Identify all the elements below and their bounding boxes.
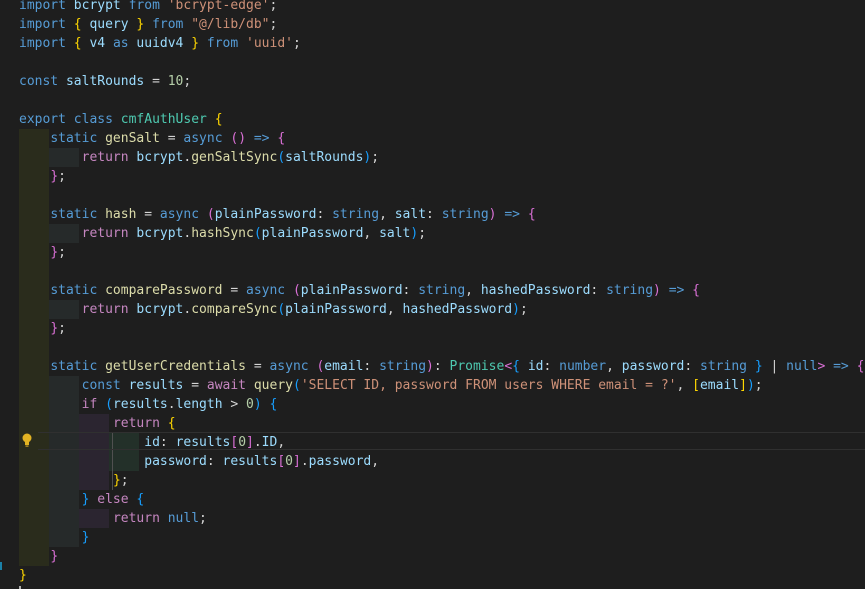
- code-line[interactable]: const saltRounds = 10;: [19, 72, 191, 91]
- code-line[interactable]: }: [19, 528, 90, 547]
- code-line[interactable]: static hash = async (plainPassword: stri…: [19, 205, 535, 224]
- code-line[interactable]: static comparePassword = async (plainPas…: [19, 281, 700, 300]
- code-editor[interactable]: import bcrypt from 'bcrypt-edge'; import …: [0, 0, 865, 589]
- code-line[interactable]: }: [19, 547, 58, 566]
- code-line[interactable]: id: results[0].ID,: [19, 433, 285, 452]
- code-line[interactable]: import { v4 as uuidv4 } from 'uuid';: [19, 34, 301, 53]
- code-line[interactable]: return {: [19, 414, 176, 433]
- modified-line-indicator: [0, 562, 2, 570]
- code-line[interactable]: password: results[0].password,: [19, 452, 379, 471]
- code-line[interactable]: import bcrypt from 'bcrypt-edge';: [19, 0, 277, 15]
- code-line[interactable]: return bcrypt.compareSync(plainPassword,…: [19, 300, 528, 319]
- code-line[interactable]: export class cmfAuthUser {: [19, 110, 223, 129]
- code-line[interactable]: const results = await query('SELECT ID, …: [19, 376, 763, 395]
- code-line[interactable]: import { query } from "@/lib/db";: [19, 15, 277, 34]
- code-line[interactable]: static genSalt = async () => {: [19, 129, 285, 148]
- code-line[interactable]: } else {: [19, 490, 145, 509]
- code-line[interactable]: };: [19, 471, 129, 490]
- code-line[interactable]: static getUserCredentials = async (email…: [19, 357, 864, 376]
- code-line[interactable]: };: [19, 167, 66, 186]
- code-line[interactable]: return bcrypt.hashSync(plainPassword, sa…: [19, 224, 426, 243]
- editor-gutter: [0, 0, 19, 589]
- code-line[interactable]: return bcrypt.genSaltSync(saltRounds);: [19, 148, 379, 167]
- code-line[interactable]: if (results.length > 0) {: [19, 395, 278, 414]
- code-line[interactable]: return null;: [19, 509, 207, 528]
- code-line[interactable]: };: [19, 319, 66, 338]
- code-line[interactable]: }: [19, 566, 27, 585]
- code-line[interactable]: };: [19, 243, 66, 262]
